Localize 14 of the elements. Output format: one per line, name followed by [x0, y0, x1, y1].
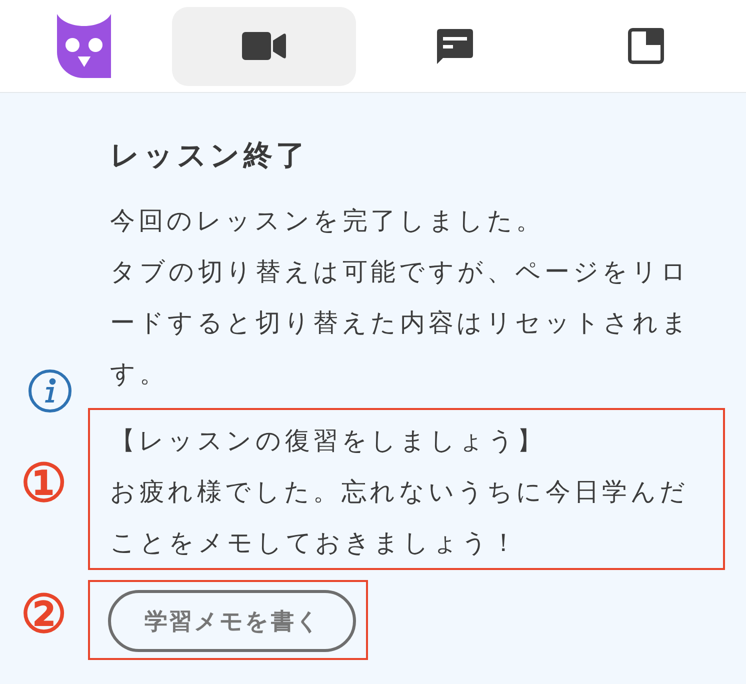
lesson-title: レッスン終了 — [110, 137, 308, 173]
lesson-message: 今回のレッスンを完了しました。 — [110, 204, 546, 236]
review-message: お疲れ様でした。忘れないうちに今日学んだことをメモしておきましょう！ — [110, 476, 690, 559]
panel-layout-icon — [628, 28, 664, 64]
annotation-number: ② — [20, 589, 68, 641]
annotation-number: ① — [20, 458, 68, 510]
owl-logo-icon — [57, 14, 111, 78]
speech-bubble-icon — [437, 28, 473, 64]
lesson-message: タブの切り替えは可能ですが、ページをリロードすると切り替えた内容はリセットされます。 — [110, 256, 692, 390]
video-tab[interactable] — [172, 6, 356, 86]
info-icon — [28, 369, 72, 413]
video-camera-icon — [242, 32, 286, 60]
review-heading: 【レッスンの復習をしましょう】 — [110, 425, 546, 457]
write-memo-button[interactable]: 学習メモを書く — [108, 590, 356, 652]
